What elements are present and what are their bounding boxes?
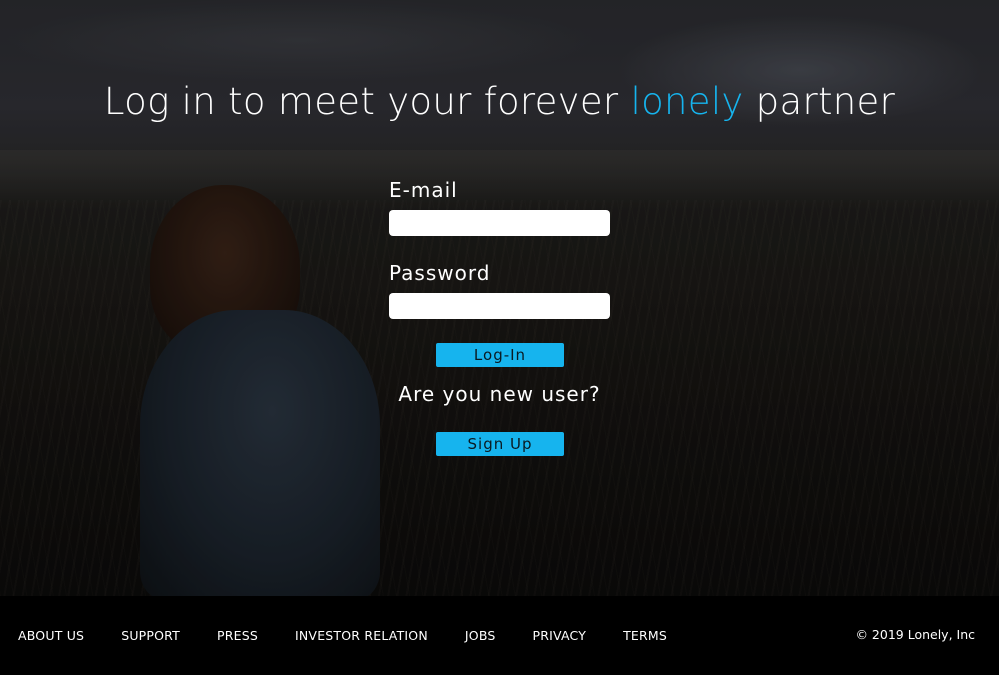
copyright-text: © 2019 Lonely, Inc — [855, 627, 975, 642]
title-accent-word: lonely — [630, 80, 744, 123]
title-text-before: Log in to meet your forever — [103, 80, 631, 123]
password-label: Password — [389, 261, 491, 285]
login-form: E-mail Password — [389, 176, 611, 319]
page-title: Log in to meet your forever lonely partn… — [0, 80, 999, 123]
password-field-group: Password — [389, 259, 611, 319]
footer-link-investor-relation[interactable]: INVESTOR RELATION — [295, 628, 428, 643]
footer-nav: ABOUT US SUPPORT PRESS INVESTOR RELATION… — [18, 628, 704, 643]
new-user-prompt: Are you new user? — [398, 382, 601, 406]
signup-button[interactable]: Sign Up — [436, 432, 564, 456]
email-label: E-mail — [389, 178, 458, 202]
footer-link-press[interactable]: PRESS — [217, 628, 258, 643]
footer-link-jobs[interactable]: JOBS — [465, 628, 496, 643]
footer-link-terms[interactable]: TERMS — [623, 628, 667, 643]
password-input[interactable] — [389, 293, 610, 319]
email-field-group: E-mail — [389, 176, 611, 236]
footer-link-support[interactable]: SUPPORT — [121, 628, 180, 643]
footer-link-privacy[interactable]: PRIVACY — [533, 628, 587, 643]
login-button[interactable]: Log-In — [436, 343, 564, 367]
title-text-after: partner — [743, 80, 896, 123]
footer-link-about-us[interactable]: ABOUT US — [18, 628, 84, 643]
email-input[interactable] — [389, 210, 610, 236]
